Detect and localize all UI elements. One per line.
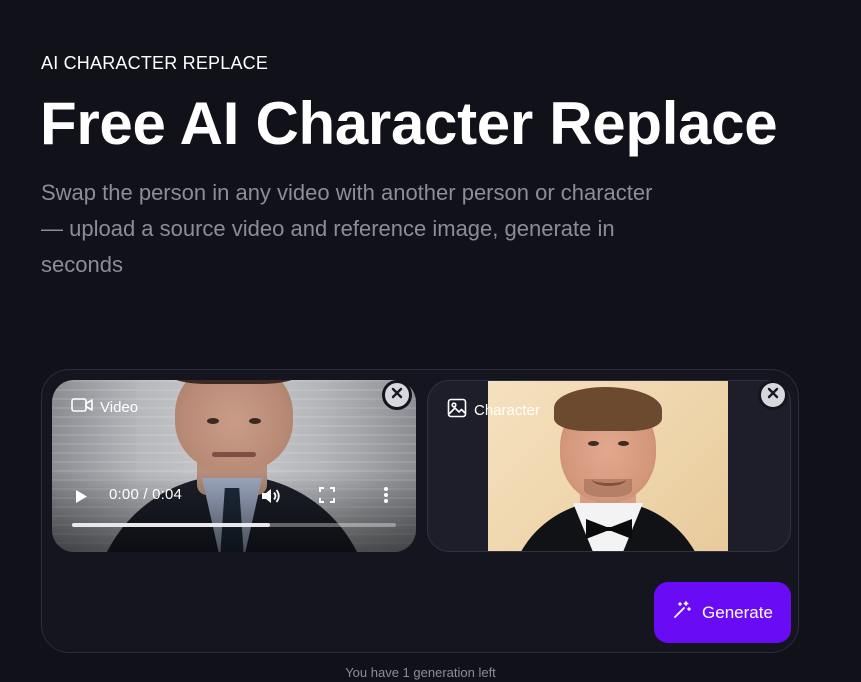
video-subject-eye-right <box>249 418 261 424</box>
character-hair <box>554 387 662 431</box>
video-slot-label: Video <box>71 397 138 417</box>
video-progress-fill <box>72 523 270 527</box>
upload-panel: Video 0:00 / 0:04 Character Generate <box>41 369 799 653</box>
character-upload-slot[interactable]: Character <box>427 380 791 552</box>
page-subtitle: Swap the person in any video with anothe… <box>41 180 653 277</box>
video-progress-bar[interactable] <box>72 523 396 527</box>
character-eye-left <box>588 441 599 446</box>
video-camera-icon <box>71 397 93 417</box>
close-icon <box>391 386 403 404</box>
video-subject-eye-left <box>207 418 219 424</box>
volume-icon[interactable] <box>260 486 282 510</box>
generate-button[interactable]: Generate <box>654 582 791 643</box>
video-subject-mouth <box>212 452 256 457</box>
eyebrow-label: AI CHARACTER REPLACE <box>41 53 269 73</box>
remove-video-button[interactable] <box>382 380 412 410</box>
more-options-icon[interactable] <box>383 486 389 508</box>
video-player-controls: 0:00 / 0:04 <box>52 481 416 511</box>
video-slot-label-text: Video <box>100 398 139 416</box>
character-eye-right <box>618 441 629 446</box>
close-icon <box>767 386 779 404</box>
fullscreen-icon[interactable] <box>319 487 335 507</box>
character-slot-label-text: Character <box>474 401 540 419</box>
video-subject-head <box>175 380 293 472</box>
character-smile <box>592 473 626 486</box>
video-time-display: 0:00 / 0:04 <box>109 486 183 503</box>
remove-character-button[interactable] <box>758 380 788 410</box>
generate-button-label: Generate <box>702 602 773 622</box>
magic-wand-icon <box>672 600 692 625</box>
page-title: Free AI Character Replace <box>40 90 778 157</box>
video-upload-slot[interactable]: Video 0:00 / 0:04 <box>52 380 416 552</box>
play-icon[interactable] <box>74 489 88 508</box>
generations-left-note: You have 1 generation left <box>345 665 496 680</box>
character-slot-label: Character <box>447 398 540 422</box>
image-icon <box>447 398 467 422</box>
